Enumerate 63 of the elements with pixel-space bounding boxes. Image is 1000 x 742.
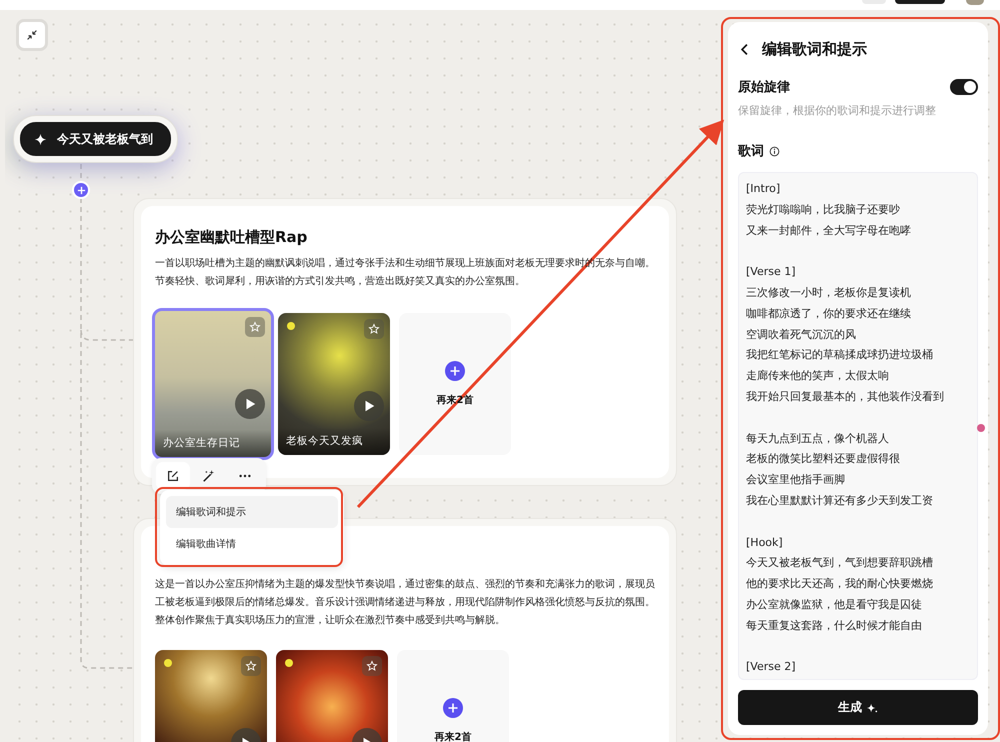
group-description: 这是一首以办公室压抑情绪为主题的爆发型快节奏说唱，通过密集的鼓点、强烈的节奏和充满张力的歌词，展现员工被老板逼到极限后的情绪总爆发。音乐设计强调情绪递进与释放，用现代陷阱制作风格强化愤怒与反抗的氛围。整体创作聚焦于真实职场压力的宣泄，让听众在激烈节奏中感受到共鸣与解脱。 (155, 578, 655, 628)
magic-wand-icon (202, 469, 216, 483)
lyrics-line: 空调吹着死气沉沉的风 (746, 326, 857, 343)
generate-button[interactable]: 生成 (738, 690, 978, 725)
play-button[interactable] (354, 391, 384, 421)
avatar[interactable] (966, 0, 984, 5)
lyrics-line: 荧光灯嗡嗡响，比我脑子还要吵 (746, 202, 901, 218)
toolbar-button[interactable] (895, 0, 945, 4)
lyrics-line: 我在心里默默计算还有多少天到发工资 (746, 492, 934, 509)
edit-button[interactable] (156, 462, 190, 490)
lyrics-line: 咖啡都凉透了，你的要求还在继续 (746, 306, 912, 322)
song-tile[interactable]: 办公室生存日记 (152, 308, 274, 460)
star-icon (249, 321, 261, 333)
lyrics-line: 每天九点到五点，像个机器人 (746, 430, 890, 447)
star-icon (245, 660, 257, 672)
lyrics-line: 他的要求比天还高，我的耐心快要燃烧 (746, 576, 934, 592)
song-tile[interactable]: 老板今天又发疯 (278, 313, 390, 455)
melody-label: 原始旋律 (738, 79, 790, 96)
lyrics-line: 三次修改一小时，老板你是复读机 (746, 284, 912, 301)
favorite-button[interactable] (362, 656, 382, 676)
lyrics-line: 我把红笔标记的草稿揉成球扔进垃圾桶 (746, 347, 934, 364)
lyrics-line: [Verse 1] (746, 264, 797, 280)
edit-icon (166, 469, 180, 483)
back-icon (740, 42, 749, 56)
collapse-icon (25, 28, 39, 42)
info-icon (769, 146, 780, 156)
melody-toggle[interactable] (950, 79, 978, 95)
song-title: 老板今天又发疯 (278, 428, 390, 455)
prompt-node[interactable]: 今天又被老板气到 (14, 116, 177, 162)
menu-item[interactable]: 编辑歌曲详情 (166, 528, 338, 560)
plus-icon (443, 698, 463, 718)
panel-title: 编辑歌词和提示 (762, 40, 867, 58)
lyrics-line: 老板的微笑比塑料还要虚假得很 (746, 451, 901, 468)
sparkle-icon (34, 132, 47, 146)
sparkle-icon (866, 702, 878, 714)
lyrics-line: [Intro] (746, 181, 782, 197)
favorite-button[interactable] (364, 319, 384, 339)
star-icon (366, 660, 378, 672)
add-button[interactable] (72, 181, 90, 199)
more-songs-button[interactable]: 再来2首 (399, 313, 511, 455)
melody-hint: 保留旋律，根据你的歌词和提示进行调整 (738, 103, 937, 118)
lyrics-label: 歌词 (738, 143, 764, 160)
lyrics-line: 办公室就像监狱，他是看守我是囚徒 (746, 596, 923, 613)
more-songs-button[interactable]: 再来2首 (397, 650, 509, 742)
lyrics-line: 每天重复这套路，什么时候才能自由 (746, 618, 923, 634)
back-button[interactable] (738, 42, 749, 56)
lyrics-line: 走廊传来他的笑声，太假太响 (746, 368, 890, 384)
play-button[interactable] (235, 389, 265, 419)
lyrics-field[interactable] (738, 172, 978, 680)
menu-item[interactable]: 编辑歌词和提示 (166, 496, 338, 528)
lyrics-line: 又来一封邮件，全大写字母在咆哮 (746, 222, 912, 239)
group-title: 办公室幽默吐槽型Rap (155, 228, 308, 247)
plus-icon (445, 361, 465, 381)
lyrics-line: [Verse 2] (746, 659, 797, 676)
lyrics-line: 我开始只回复最基本的，其他装作没看到 (746, 388, 945, 405)
song-title: 办公室生存日记 (155, 430, 271, 457)
star-icon (368, 323, 380, 335)
lyrics-line: [Hook] (746, 534, 784, 551)
favorite-button[interactable] (241, 656, 261, 676)
plus-icon (76, 186, 86, 194)
prompt-text: 今天又被老板气到 (57, 130, 153, 148)
lyrics-line: 会议室里他指手画脚 (746, 472, 846, 488)
lyrics-line: 今天又被老板气到，气到想要辞职跳槽 (746, 555, 934, 572)
